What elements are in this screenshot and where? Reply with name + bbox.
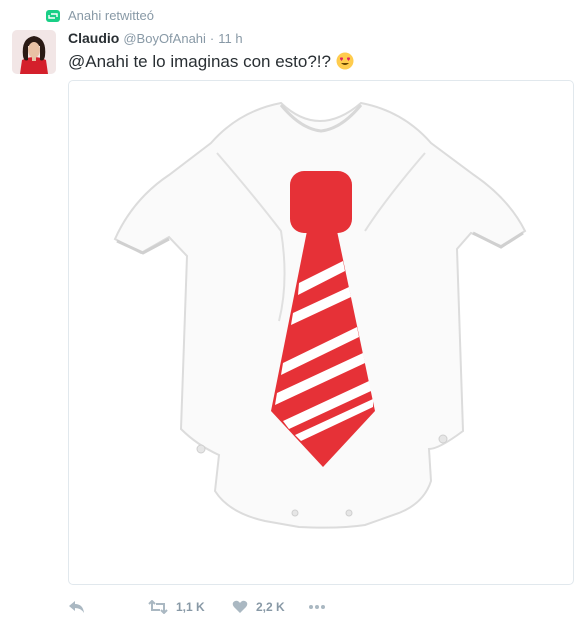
retweet-count: 1,1 K: [176, 600, 205, 614]
more-button[interactable]: [308, 604, 326, 610]
tweet-header: Claudio @BoyOfAnahi · 11 h: [68, 30, 243, 46]
retweet-icon: [46, 9, 60, 22]
retweet-context-label[interactable]: Anahi retwitteó: [68, 8, 154, 23]
tweet-actions: 1,1 K 2,2 K: [68, 596, 326, 618]
reply-button[interactable]: [68, 600, 148, 614]
heart-eyes-emoji-icon: [336, 52, 354, 70]
heart-icon: [232, 600, 248, 613]
tweet-timestamp[interactable]: 11 h: [218, 31, 242, 46]
reply-icon: [69, 601, 84, 613]
like-count: 2,2 K: [256, 600, 285, 614]
separator-dot: ·: [209, 31, 215, 46]
retweet-button[interactable]: 1,1 K: [148, 600, 232, 614]
retweet-context: Anahi retwitteó: [46, 8, 154, 23]
tweet-text-row: @Anahi te lo imaginas con esto?!?: [68, 52, 354, 72]
tweet-media-photo[interactable]: [68, 80, 574, 585]
tweet-text: @Anahi te lo imaginas con esto?!?: [68, 52, 331, 71]
more-icon: [309, 605, 325, 609]
author-handle[interactable]: @BoyOfAnahi: [123, 31, 206, 46]
retweet-icon: [148, 600, 168, 614]
author-name[interactable]: Claudio: [68, 30, 119, 46]
baby-bodysuit-image: [113, 101, 527, 529]
like-button[interactable]: 2,2 K: [232, 600, 308, 614]
avatar[interactable]: [12, 30, 56, 74]
